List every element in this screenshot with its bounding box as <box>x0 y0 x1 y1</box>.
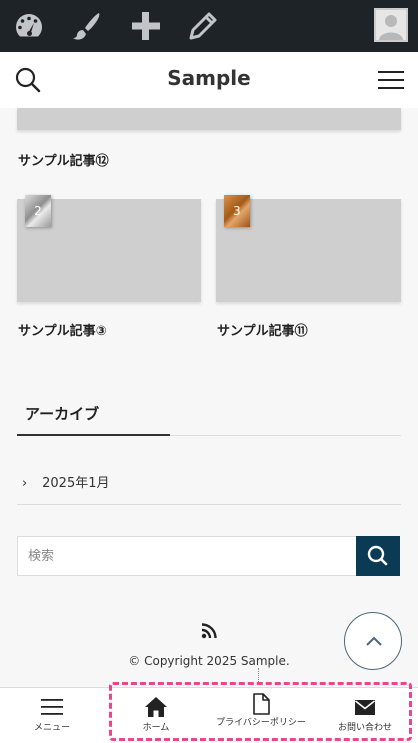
bottom-nav-label: ホーム <box>142 723 170 733</box>
hamburger-menu-icon[interactable] <box>378 69 404 91</box>
rank-badge: 3 <box>224 195 250 227</box>
document-icon <box>253 693 270 715</box>
envelope-icon <box>355 700 375 715</box>
chevron-up-icon <box>366 636 382 646</box>
site-header: Sample <box>0 52 418 108</box>
new-content-plus-icon[interactable] <box>129 9 163 43</box>
archive-link[interactable]: › 2025年1月 <box>22 472 110 491</box>
edit-pencil-icon[interactable] <box>186 9 220 43</box>
back-to-top-button[interactable] <box>344 612 402 670</box>
bottom-nav-home[interactable]: ホーム <box>104 688 208 743</box>
customize-brush-icon[interactable] <box>70 9 104 43</box>
search-input[interactable] <box>18 537 357 575</box>
bottom-nav-contact[interactable]: お問い合わせ <box>313 688 417 743</box>
post-thumbnail[interactable] <box>17 108 401 130</box>
divider <box>258 668 259 684</box>
rank-badge: 2 <box>25 195 51 227</box>
search-submit-button[interactable] <box>356 536 400 576</box>
bottom-nav-label: プライバシーポリシー <box>216 718 306 728</box>
post-title[interactable]: サンプル記事③ <box>18 320 107 339</box>
search-field <box>17 536 357 576</box>
dashboard-icon[interactable] <box>12 9 46 43</box>
widget-title-underline <box>17 434 170 436</box>
user-avatar-icon[interactable] <box>374 8 408 42</box>
search-icon <box>367 545 388 566</box>
home-icon <box>145 697 167 717</box>
bottom-nav-label: メニュー <box>33 723 70 733</box>
post-title[interactable]: サンプル記事⑪ <box>217 320 308 339</box>
archive-widget-title: アーカイブ <box>25 405 100 423</box>
bottom-nav-label: お問い合わせ <box>337 723 392 733</box>
bottom-nav-menu[interactable]: メニュー <box>0 688 104 743</box>
divider <box>17 504 401 505</box>
bottom-nav-privacy-policy[interactable]: プライバシーポリシー <box>209 688 313 743</box>
archive-link-label: 2025年1月 <box>42 476 110 491</box>
admin-bar <box>0 0 418 52</box>
post-title[interactable]: サンプル記事⑫ <box>18 150 109 169</box>
rss-feed-icon[interactable] <box>200 622 218 640</box>
site-title[interactable]: Sample <box>0 66 418 90</box>
chevron-right-icon: › <box>22 476 28 491</box>
bottom-navigation: メニュー ホーム プライバシーポリシー お問い合わせ <box>0 687 418 743</box>
hamburger-menu-icon <box>41 699 63 715</box>
